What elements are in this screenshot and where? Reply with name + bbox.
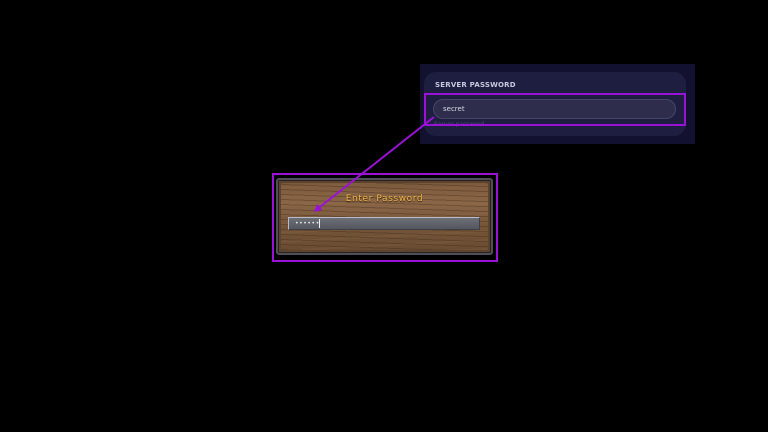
server-password-hint: Server password xyxy=(434,121,485,127)
text-caret xyxy=(319,219,320,228)
game-password-input[interactable] xyxy=(288,217,480,230)
server-password-label: SERVER PASSWORD xyxy=(435,81,516,89)
server-password-input[interactable] xyxy=(433,99,676,119)
stage: SERVER PASSWORD Server password Enter Pa… xyxy=(0,0,768,432)
dialog-title: Enter Password xyxy=(345,194,424,204)
